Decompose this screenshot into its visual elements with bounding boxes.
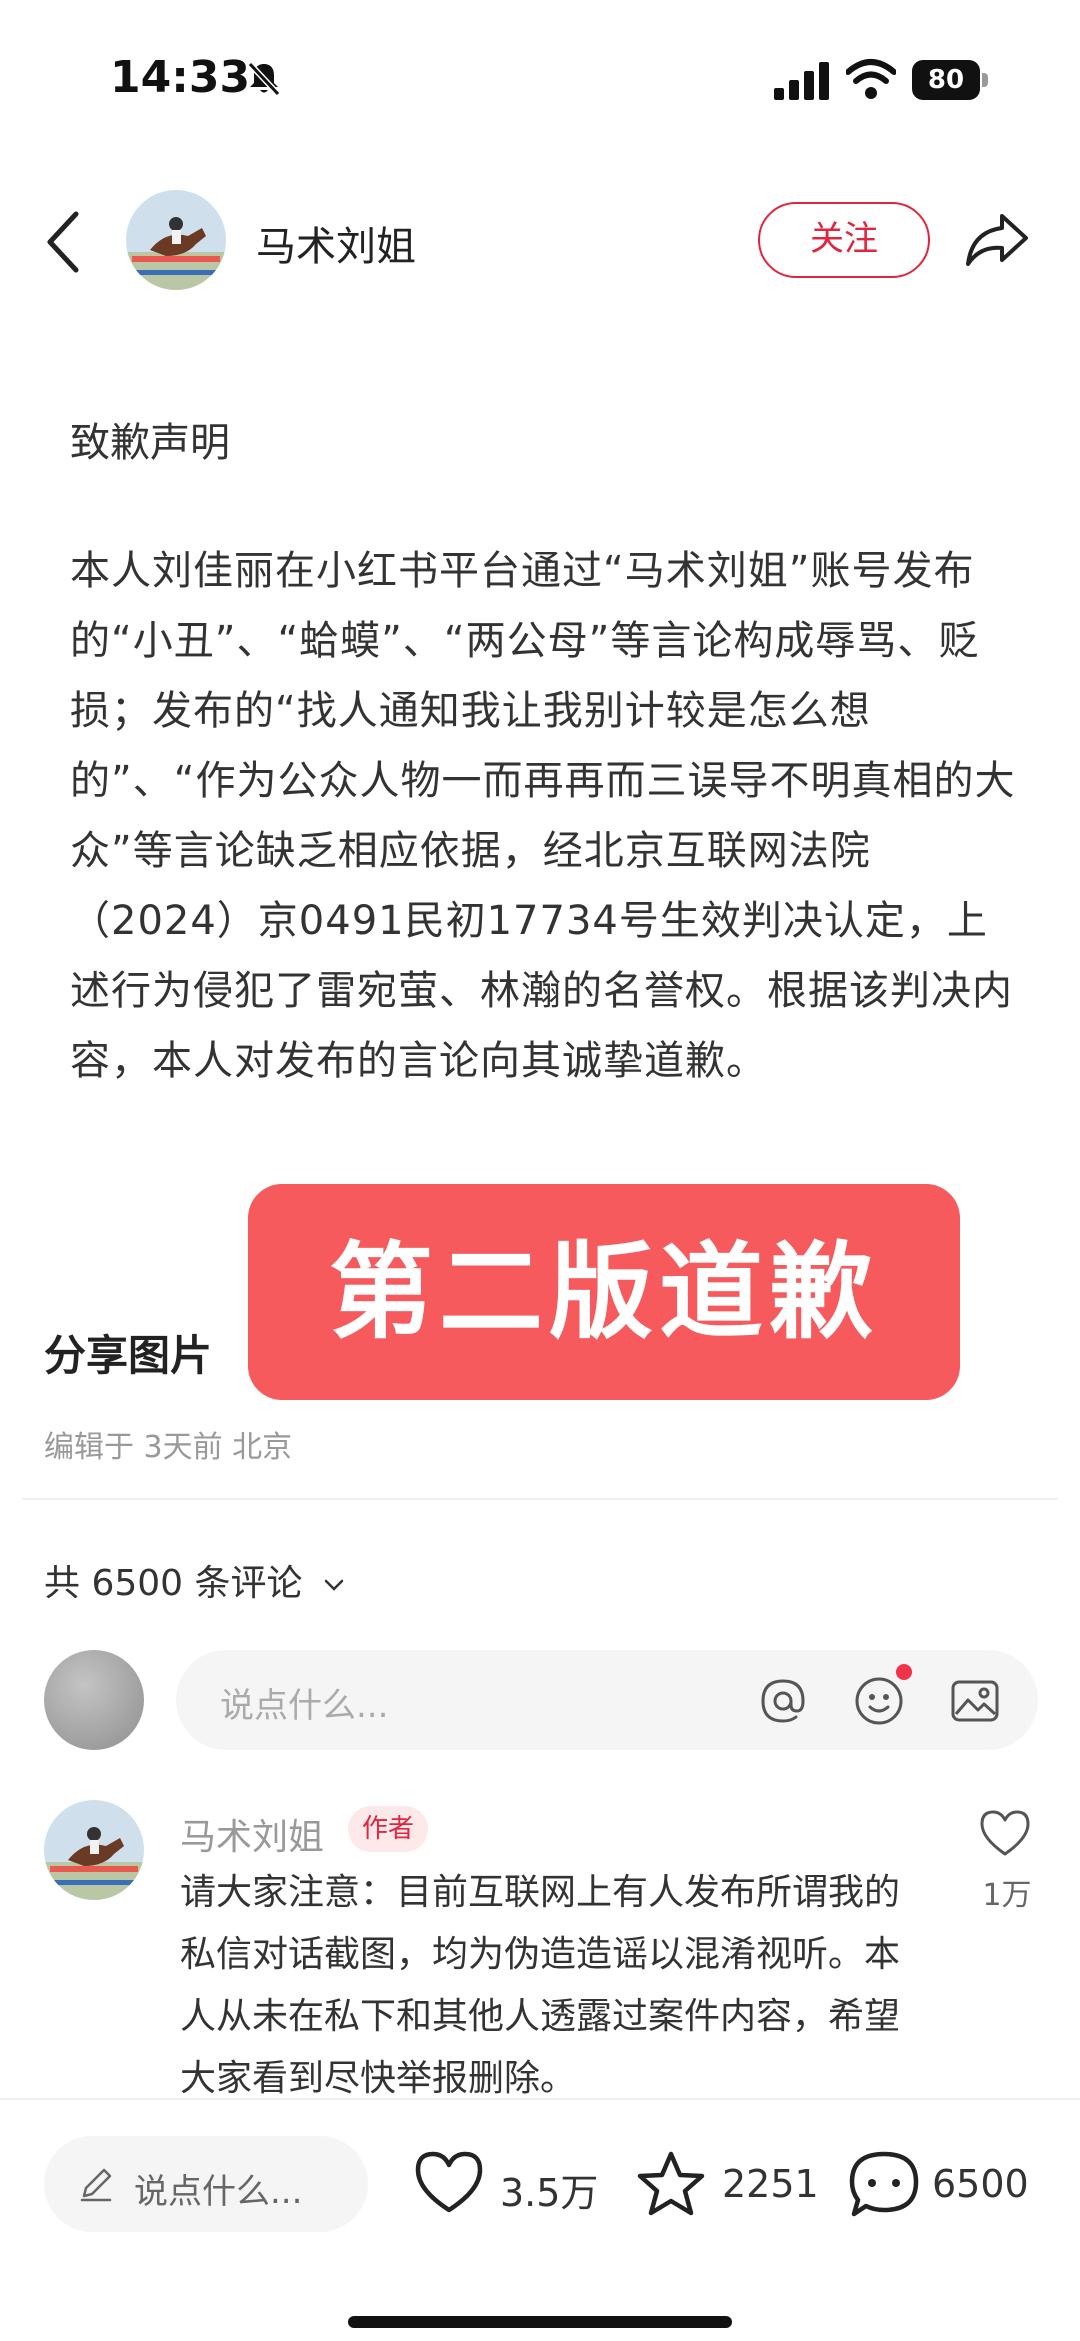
- overlay-caption: 第二版道歉: [248, 1184, 960, 1400]
- share-icon[interactable]: [964, 210, 1030, 270]
- chevron-down-icon: [324, 1579, 344, 1591]
- image-icon[interactable]: [948, 1674, 1002, 1728]
- like-count: 3.5万: [500, 2171, 599, 2215]
- bottom-input-placeholder: 说点什么...: [134, 2172, 303, 2212]
- pencil-icon: [80, 2168, 112, 2202]
- like-button[interactable]: 3.5万: [414, 2138, 604, 2230]
- home-indicator[interactable]: [348, 2316, 732, 2328]
- comment-count[interactable]: 共 6500 条评论: [44, 1554, 348, 1606]
- author-badge: 作者: [348, 1806, 428, 1852]
- author-name[interactable]: 马术刘姐: [256, 214, 416, 272]
- divider: [22, 1498, 1058, 1500]
- author-header: 马术刘姐 关注: [0, 180, 1080, 300]
- edit-info: 编辑于 3天前 北京: [44, 1430, 293, 1465]
- status-time: 14:33: [110, 52, 251, 103]
- wifi-icon: [846, 59, 896, 99]
- bell-off-icon: [247, 61, 281, 97]
- status-bar: 14:33 80: [0, 0, 1080, 150]
- notification-dot: [896, 1664, 912, 1680]
- comment-total: 6500: [932, 2162, 1029, 2206]
- article-title: 致歉声明: [70, 420, 230, 466]
- collect-button[interactable]: 2251: [636, 2138, 819, 2230]
- battery-icon: 80: [912, 60, 988, 100]
- comment-input-placeholder: 说点什么...: [220, 1686, 389, 1726]
- battery-level: 80: [912, 60, 980, 100]
- comment-count-label: 共 6500 条评论: [44, 1563, 303, 1604]
- bottom-action-bar: 说点什么... 3.5万 2251 6500: [0, 2098, 1080, 2341]
- article-body: 本人刘佳丽在小红书平台通过“马术刘姐”账号发布的“小丑”、“蛤蟆”、“两公母”等…: [70, 548, 1016, 1084]
- heart-icon: [415, 2151, 483, 2213]
- current-user-avatar: [44, 1650, 144, 1750]
- star-icon: [637, 2151, 705, 2216]
- comment-like-count: 1万: [982, 1878, 1032, 1913]
- comment-button[interactable]: 6500: [848, 2138, 1048, 2230]
- author-avatar[interactable]: [126, 190, 226, 290]
- collect-count: 2251: [722, 2162, 819, 2206]
- signal-icon: [774, 62, 829, 100]
- follow-button[interactable]: 关注: [758, 202, 930, 278]
- comment-text[interactable]: 请大家注意：目前互联网上有人发布所谓我的私信对话截图，均为伪造造谣以混淆视听。本…: [180, 1862, 920, 2110]
- comment-author-avatar[interactable]: [44, 1800, 144, 1900]
- comment-bubble-icon: [849, 2151, 919, 2217]
- share-image-label: 分享图片: [44, 1331, 213, 1380]
- bottom-comment-input[interactable]: 说点什么...: [44, 2136, 368, 2232]
- comment-input[interactable]: 说点什么...: [176, 1650, 1038, 1750]
- mention-icon[interactable]: [756, 1674, 810, 1728]
- comment-author-name[interactable]: 马术刘姐: [180, 1808, 324, 1860]
- emoji-icon[interactable]: [852, 1674, 906, 1728]
- back-icon[interactable]: [44, 210, 84, 274]
- comment-like-icon[interactable]: [978, 1808, 1032, 1858]
